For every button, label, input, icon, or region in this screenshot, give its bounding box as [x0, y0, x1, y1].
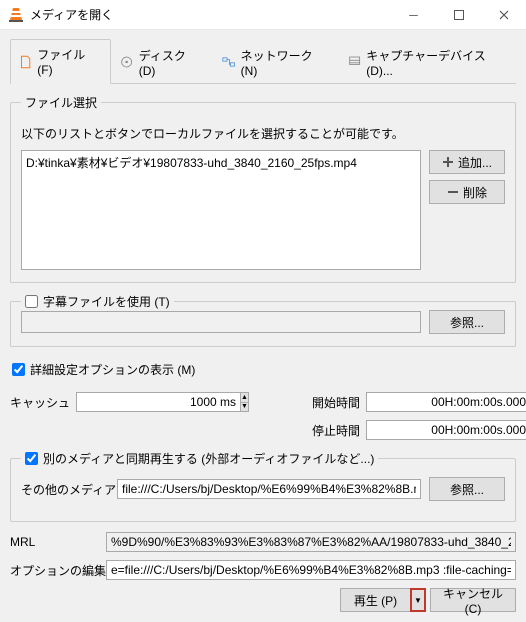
- vlc-icon: [8, 7, 24, 23]
- subtitle-path-input: [21, 311, 421, 333]
- other-media-label: その他のメディア: [21, 481, 109, 498]
- tab-file[interactable]: ファイル (F): [10, 39, 111, 84]
- other-media-input[interactable]: [117, 479, 421, 499]
- stop-spinner[interactable]: ▲▼: [366, 420, 516, 440]
- tab-label: キャプチャーデバイス(D)...: [366, 47, 505, 78]
- play-button[interactable]: 再生 (P): [340, 588, 410, 612]
- start-input[interactable]: [366, 392, 526, 412]
- tab-disc[interactable]: ディスク (D): [111, 39, 213, 84]
- cache-label: キャッシュ: [10, 394, 76, 411]
- mrl-label: MRL: [10, 535, 98, 549]
- cache-input[interactable]: [76, 392, 240, 412]
- add-button[interactable]: 追加...: [429, 150, 505, 174]
- start-spinner[interactable]: ▲▼: [366, 392, 516, 412]
- subtitle-group: 字幕ファイルを使用 (T) 参照...: [10, 293, 516, 347]
- chevron-up-icon[interactable]: ▲: [241, 393, 248, 403]
- plus-icon: [442, 156, 454, 168]
- minus-icon: [447, 186, 459, 198]
- options-input[interactable]: [106, 560, 516, 580]
- start-label: 開始時間: [312, 394, 366, 411]
- cache-spinner[interactable]: ▲▼: [76, 392, 226, 412]
- window-title: メディアを開く: [30, 6, 391, 23]
- subtitle-checkbox[interactable]: [25, 295, 38, 308]
- tab-label: ディスク (D): [139, 47, 203, 78]
- file-list[interactable]: D:¥tinka¥素材¥ビデオ¥19807833-uhd_3840_2160_2…: [21, 150, 421, 270]
- tab-label: ファイル (F): [37, 46, 100, 77]
- remove-button[interactable]: 削除: [429, 180, 505, 204]
- add-label: 追加...: [458, 154, 492, 171]
- cancel-button[interactable]: キャンセル (C): [430, 588, 516, 612]
- dialog-buttons: 再生 (P) ▼ キャンセル (C): [10, 588, 516, 612]
- tab-label: ネットワーク (N): [241, 47, 328, 78]
- stop-input[interactable]: [366, 420, 526, 440]
- extra-media-checkbox[interactable]: [25, 452, 38, 465]
- file-icon: [19, 55, 32, 69]
- capture-icon: [348, 55, 361, 69]
- network-icon: [222, 55, 235, 69]
- play-dropdown-button[interactable]: ▼: [410, 588, 426, 612]
- file-select-group: ファイル選択 以下のリストとボタンでローカルファイルを選択することが可能です。 …: [10, 94, 516, 283]
- advanced-grid: キャッシュ ▲▼ 開始時間 ▲▼ 停止時間 ▲▼: [10, 392, 516, 440]
- extra-media-checkbox-label[interactable]: 別のメディアと同期再生する (外部オーディオファイルなど...): [25, 450, 374, 467]
- other-media-browse-button[interactable]: 参照...: [429, 477, 505, 501]
- maximize-button[interactable]: [436, 0, 481, 30]
- advanced-checkbox[interactable]: [12, 363, 25, 376]
- subtitle-browse-button[interactable]: 参照...: [429, 310, 505, 334]
- stop-label: 停止時間: [312, 422, 366, 439]
- minimize-button[interactable]: ─: [391, 0, 436, 30]
- extra-media-group: 別のメディアと同期再生する (外部オーディオファイルなど...) その他のメディ…: [10, 450, 516, 522]
- file-select-hint: 以下のリストとボタンでローカルファイルを選択することが可能です。: [21, 125, 505, 142]
- subtitle-checkbox-label[interactable]: 字幕ファイルを使用 (T): [25, 293, 170, 310]
- tab-network[interactable]: ネットワーク (N): [213, 39, 339, 84]
- options-label: オプションの編集: [10, 562, 98, 579]
- close-button[interactable]: [481, 0, 526, 30]
- mrl-input[interactable]: [106, 532, 516, 552]
- file-list-item[interactable]: D:¥tinka¥素材¥ビデオ¥19807833-uhd_3840_2160_2…: [26, 154, 416, 171]
- advanced-checkbox-label[interactable]: 詳細設定オプションの表示 (M): [12, 361, 516, 378]
- disc-icon: [120, 55, 133, 69]
- tab-capture[interactable]: キャプチャーデバイス(D)...: [339, 39, 516, 84]
- chevron-down-icon[interactable]: ▼: [241, 403, 248, 412]
- remove-label: 削除: [463, 184, 487, 201]
- titlebar: メディアを開く ─: [0, 0, 526, 30]
- file-select-legend: ファイル選択: [21, 94, 101, 111]
- tab-bar: ファイル (F) ディスク (D) ネットワーク (N) キャプチャーデバイス(…: [10, 38, 516, 84]
